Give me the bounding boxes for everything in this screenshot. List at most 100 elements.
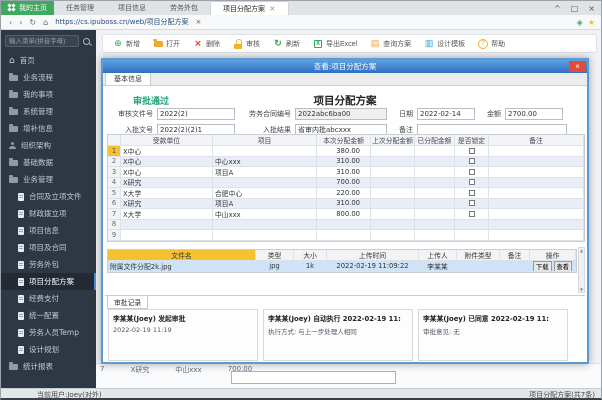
approval-card[interactable]: 李某某(Joey) 自动执行 2022-02-19 11: 执行方式: 与上一步处… bbox=[263, 309, 413, 361]
home-icon[interactable]: ⌂ bbox=[43, 18, 48, 27]
menu-search-input[interactable] bbox=[5, 35, 79, 47]
extension-icon[interactable]: ◈ bbox=[577, 18, 583, 27]
sidebar-item[interactable]: 合同及立项文件 bbox=[1, 188, 96, 205]
lock-toolbar-button[interactable]: 审核 bbox=[233, 38, 260, 49]
url-text[interactable]: https://cs.ipuboss.cn/web/项目分配方案 bbox=[55, 17, 188, 27]
minimize-button[interactable]: ^ bbox=[554, 4, 561, 13]
form-field-input[interactable]: 2700.00 bbox=[505, 108, 563, 120]
sidebar-item[interactable]: 项目信息 bbox=[1, 222, 96, 239]
scheme-toolbar-button[interactable]: 查询方案 bbox=[370, 39, 411, 49]
row-number-cell: 7 bbox=[108, 209, 121, 219]
form-field-input[interactable]: 2022(2) bbox=[157, 108, 235, 120]
tab-close-icon[interactable]: × bbox=[269, 4, 276, 13]
lock-checkbox[interactable] bbox=[468, 158, 475, 165]
grid-data-row[interactable]: 1 X中心 380.00 bbox=[108, 146, 584, 157]
browser-tab[interactable]: 劳务外包 bbox=[158, 1, 210, 15]
dialog-close-button[interactable]: × bbox=[569, 61, 586, 72]
attachment-header-cell[interactable]: 附件类型 bbox=[457, 250, 500, 260]
sidebar-item[interactable]: 项目及合同 bbox=[1, 239, 96, 256]
sidebar-item[interactable]: 系统管理 bbox=[1, 103, 96, 120]
sidebar-item[interactable]: 首页 bbox=[1, 52, 96, 69]
form-field-input[interactable]: 2022abc6ba00 bbox=[295, 108, 387, 120]
grid-data-row[interactable]: 5 X大学 合肥中心 220.00 bbox=[108, 188, 584, 199]
refresh-icon[interactable]: ↻ bbox=[29, 18, 36, 27]
sidebar-item[interactable]: 劳务外包 bbox=[1, 256, 96, 273]
help-toolbar-button[interactable]: 帮助 bbox=[478, 39, 505, 49]
browser-tab[interactable]: 项目信息 bbox=[106, 1, 158, 15]
lock-cell bbox=[455, 177, 489, 187]
sidebar-item[interactable]: 劳务人员Temp bbox=[1, 324, 96, 341]
prev-amount-cell bbox=[371, 198, 415, 208]
grid-header-cell[interactable]: 备注 bbox=[489, 135, 584, 145]
excel-toolbar-button[interactable]: 导出Excel bbox=[313, 39, 357, 49]
amount-cell: 310.00 bbox=[317, 198, 371, 208]
attachment-header-cell[interactable]: 大小 bbox=[294, 250, 327, 260]
sidebar-item[interactable]: 财政拨立项 bbox=[1, 205, 96, 222]
grid-header-cell[interactable]: 本次分配金额 bbox=[317, 135, 371, 145]
attachment-header-cell[interactable]: 上传时间 bbox=[327, 250, 419, 260]
dialog-titlebar[interactable]: 查看:项目分配方案 × bbox=[103, 60, 587, 73]
grid-header-cell[interactable]: 项目 bbox=[213, 135, 317, 145]
download-button[interactable]: 下载 bbox=[532, 261, 552, 271]
search-icon[interactable] bbox=[83, 37, 90, 45]
sidebar-item[interactable]: 组织架构 bbox=[1, 137, 96, 154]
bookmark-star-icon[interactable]: ★ bbox=[588, 18, 595, 27]
grid-header-cell[interactable]: 受款单位 bbox=[121, 135, 213, 145]
lock-checkbox[interactable] bbox=[468, 179, 475, 186]
tab-home[interactable]: 我的主页 bbox=[1, 1, 54, 15]
close-window-button[interactable]: × bbox=[588, 4, 595, 13]
sidebar-item[interactable]: 业务管理 bbox=[1, 171, 96, 188]
sidebar-item[interactable]: 基础数据 bbox=[1, 154, 96, 171]
background-filter-input[interactable] bbox=[231, 371, 396, 384]
grid-data-row[interactable]: 6 X研究 项目A 310.00 bbox=[108, 198, 584, 209]
lock-checkbox[interactable] bbox=[468, 210, 475, 217]
attachment-header-cell[interactable]: 文件名 bbox=[108, 250, 256, 260]
allocated-amount-cell bbox=[415, 167, 455, 177]
lock-checkbox[interactable] bbox=[468, 147, 475, 154]
browser-tab[interactable]: 项目分配方案 × bbox=[210, 1, 289, 15]
grid-header-cell[interactable]: 已分配金额 bbox=[415, 135, 455, 145]
tab-basic-info[interactable]: 基本信息 bbox=[105, 72, 151, 85]
attachment-row[interactable]: 附属文件分配2k.jpg jpg 1k 2022-02-19 11:09:22 李某某 下… bbox=[108, 261, 576, 272]
home-icon bbox=[9, 56, 15, 66]
approval-card[interactable]: 李某某(Joey) 已同意 2022-02-19 11: 审批意见: 无 bbox=[418, 309, 568, 361]
sidebar-item[interactable]: 我的事项 bbox=[1, 86, 96, 103]
sidebar-item[interactable]: 项目分配方案 bbox=[1, 273, 96, 290]
sidebar-item[interactable]: 增补信息 bbox=[1, 120, 96, 137]
lock-checkbox[interactable] bbox=[468, 168, 475, 175]
grid-header-cell[interactable]: 上次分配金额 bbox=[371, 135, 415, 145]
grid-data-row[interactable]: 7 X大学 中山xxx 800.00 bbox=[108, 209, 584, 220]
grid-data-row[interactable]: 4 X研究 700.00 bbox=[108, 177, 584, 188]
sidebar-item[interactable]: 经费支付 bbox=[1, 290, 96, 307]
grid-data-row[interactable]: 8 bbox=[108, 219, 584, 230]
form-field-input[interactable]: 2022-02-14 bbox=[417, 108, 475, 120]
approval-card[interactable]: 李某某(Joey) 发起审批 2022-02-19 11:19 bbox=[108, 309, 258, 361]
clear-url-icon[interactable]: × bbox=[196, 18, 202, 26]
lock-checkbox[interactable] bbox=[468, 189, 475, 196]
template-toolbar-button[interactable]: 设计模板 bbox=[424, 39, 465, 49]
lock-checkbox[interactable] bbox=[468, 200, 475, 207]
attachments-scrollbar[interactable] bbox=[578, 247, 585, 293]
plus-toolbar-button[interactable]: 新增 bbox=[113, 39, 140, 49]
attachment-header-cell[interactable]: 类型 bbox=[256, 250, 294, 260]
folder-toolbar-button[interactable]: 打开 bbox=[153, 38, 180, 49]
tab-approval-records[interactable]: 审批记录 bbox=[107, 296, 149, 309]
sidebar-item[interactable]: 统一配置 bbox=[1, 307, 96, 324]
back-icon[interactable]: ‹ bbox=[9, 18, 12, 27]
grid-data-row[interactable]: 2 X中心 中心xxx 310.00 bbox=[108, 156, 584, 167]
forward-icon[interactable]: › bbox=[19, 18, 22, 27]
view-button[interactable]: 查看 bbox=[553, 261, 573, 271]
sidebar-item[interactable]: 设计规划 bbox=[1, 341, 96, 358]
attachment-header-cell[interactable]: 上传人 bbox=[419, 250, 457, 260]
grid-data-row[interactable]: 3 X中心 项目A 310.00 bbox=[108, 167, 584, 178]
sidebar-item[interactable]: 业务流程 bbox=[1, 69, 96, 86]
grid-data-row[interactable]: 9 bbox=[108, 230, 584, 241]
attachment-header-cell[interactable]: 备注 bbox=[500, 250, 530, 260]
delete-toolbar-button[interactable]: 删除 bbox=[193, 39, 220, 49]
attachment-header-cell[interactable]: 操作 bbox=[530, 250, 576, 260]
browser-tab[interactable]: 任务管理 bbox=[54, 1, 106, 15]
grid-header-cell[interactable]: 是否锁定 bbox=[455, 135, 489, 145]
sidebar-item[interactable]: 统计报表 bbox=[1, 358, 96, 375]
maximize-button[interactable]: □ bbox=[571, 4, 579, 13]
refresh-toolbar-button[interactable]: 刷新 bbox=[273, 39, 300, 49]
